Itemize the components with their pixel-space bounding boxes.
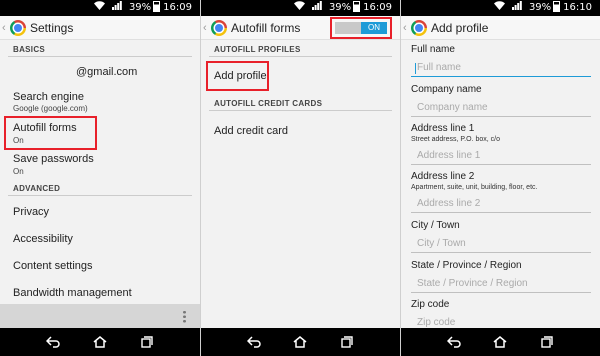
nav-bar [0, 328, 200, 356]
autofill-forms-item[interactable]: Autofill forms [13, 122, 77, 134]
autofill-toggle[interactable]: ON [335, 22, 387, 34]
battery-icon [153, 1, 161, 12]
divider [8, 56, 192, 57]
address-line-2-placeholder: Address line 2 [417, 198, 481, 209]
divider [8, 195, 192, 196]
section-header-basics: BASICS [13, 45, 46, 54]
text-caret [415, 63, 416, 74]
overflow-menu-icon[interactable] [183, 310, 186, 323]
status-bar: 39% 16:09 [201, 0, 400, 16]
save-passwords-value: On [13, 167, 24, 176]
wifi-icon [493, 0, 505, 16]
divider [209, 110, 392, 111]
clock: 16:09 [163, 2, 192, 13]
up-chevron-icon[interactable]: ‹ [203, 22, 209, 34]
recents-icon[interactable] [340, 335, 354, 349]
autofill-forms-value: On [13, 136, 24, 145]
address-line-2-field[interactable]: Address line 2 [411, 197, 591, 213]
back-icon[interactable] [46, 335, 61, 349]
chrome-logo-icon[interactable] [211, 19, 227, 36]
page-title: Add profile [431, 20, 489, 35]
status-bar: 39% 16:09 [0, 0, 200, 16]
nav-bar [401, 328, 600, 356]
search-engine-item[interactable]: Search engine [13, 91, 84, 103]
wifi-icon [293, 0, 305, 16]
full-name-field[interactable]: Full name [411, 61, 591, 77]
autofill-forms-screen: 39% 16:09 ‹ Autofill forms ON AUTOFILL PR… [200, 0, 400, 356]
signal-icon [111, 0, 122, 16]
save-passwords-item[interactable]: Save passwords [13, 153, 94, 165]
address-line-1-placeholder: Address line 1 [417, 150, 481, 161]
accessibility-item[interactable]: Accessibility [13, 233, 73, 245]
add-credit-card-item[interactable]: Add credit card [214, 125, 288, 137]
page-title: Settings [30, 20, 74, 35]
home-icon[interactable] [293, 335, 307, 349]
up-chevron-icon[interactable]: ‹ [2, 22, 8, 34]
battery-icon [553, 1, 561, 12]
content-settings-item[interactable]: Content settings [13, 260, 93, 272]
address-line-1-field[interactable]: Address line 1 [411, 149, 591, 165]
section-header-advanced: ADVANCED [13, 184, 61, 193]
zip-code-label: Zip code [411, 299, 450, 310]
battery-percent: 39% [528, 2, 552, 13]
page-title: Autofill forms [231, 20, 301, 35]
back-icon[interactable] [447, 335, 461, 349]
clock: 16:10 [563, 2, 592, 13]
clock: 16:09 [363, 2, 392, 13]
signal-icon [511, 0, 522, 16]
privacy-item[interactable]: Privacy [13, 206, 49, 218]
add-profile-screen: 39% 16:10 ‹ Add profile Full name Full na… [400, 0, 600, 356]
zip-code-placeholder: Zip code [417, 317, 456, 328]
address-line-2-hint: Apartment, suite, unit, building, floor,… [411, 184, 538, 191]
full-name-label: Full name [411, 44, 455, 55]
highlight-box: ON [330, 17, 392, 39]
back-icon[interactable] [247, 335, 261, 349]
bandwidth-item[interactable]: Bandwidth management [13, 287, 132, 299]
address-line-2-label: Address line 2 [411, 171, 475, 182]
wifi-icon [93, 0, 105, 16]
city-label: City / Town [411, 220, 460, 231]
chrome-logo-icon[interactable] [10, 19, 26, 36]
city-placeholder: City / Town [417, 238, 466, 249]
toggle-on-label: ON [361, 22, 387, 34]
add-profile-item[interactable]: Add profile [214, 70, 267, 82]
settings-screen: 39% 16:09 ‹ Settings BASICS @gmail.com Se… [0, 0, 200, 356]
nav-bar [201, 328, 400, 356]
chrome-logo-icon[interactable] [411, 19, 427, 36]
battery-percent: 39% [128, 2, 152, 13]
status-bar: 39% 16:10 [401, 0, 600, 16]
state-field[interactable]: State / Province / Region [411, 277, 591, 293]
address-line-1-label: Address line 1 [411, 123, 475, 134]
company-name-placeholder: Company name [417, 102, 488, 113]
city-field[interactable]: City / Town [411, 237, 591, 253]
battery-icon [353, 1, 361, 12]
company-name-field[interactable]: Company name [411, 101, 591, 117]
bottom-toolbar [0, 304, 200, 328]
section-header-profiles: AUTOFILL PROFILES [214, 45, 301, 54]
home-icon[interactable] [493, 335, 507, 349]
search-engine-value: Google (google.com) [13, 104, 88, 113]
state-placeholder: State / Province / Region [417, 278, 528, 289]
home-icon[interactable] [93, 335, 107, 349]
app-bar: ‹ Autofill forms ON [201, 16, 400, 40]
app-bar: ‹ Add profile [401, 16, 600, 40]
app-bar: ‹ Settings [0, 16, 200, 40]
divider [209, 56, 392, 57]
company-name-label: Company name [411, 84, 482, 95]
signal-icon [311, 0, 322, 16]
full-name-placeholder: Full name [417, 62, 461, 73]
state-label: State / Province / Region [411, 260, 522, 271]
account-item[interactable]: @gmail.com [76, 66, 137, 78]
recents-icon[interactable] [540, 335, 554, 349]
battery-percent: 39% [328, 2, 352, 13]
recents-icon[interactable] [140, 335, 154, 349]
section-header-cards: AUTOFILL CREDIT CARDS [214, 99, 323, 108]
address-line-1-hint: Street address, P.O. box, c/o [411, 136, 500, 143]
up-chevron-icon[interactable]: ‹ [403, 22, 409, 34]
